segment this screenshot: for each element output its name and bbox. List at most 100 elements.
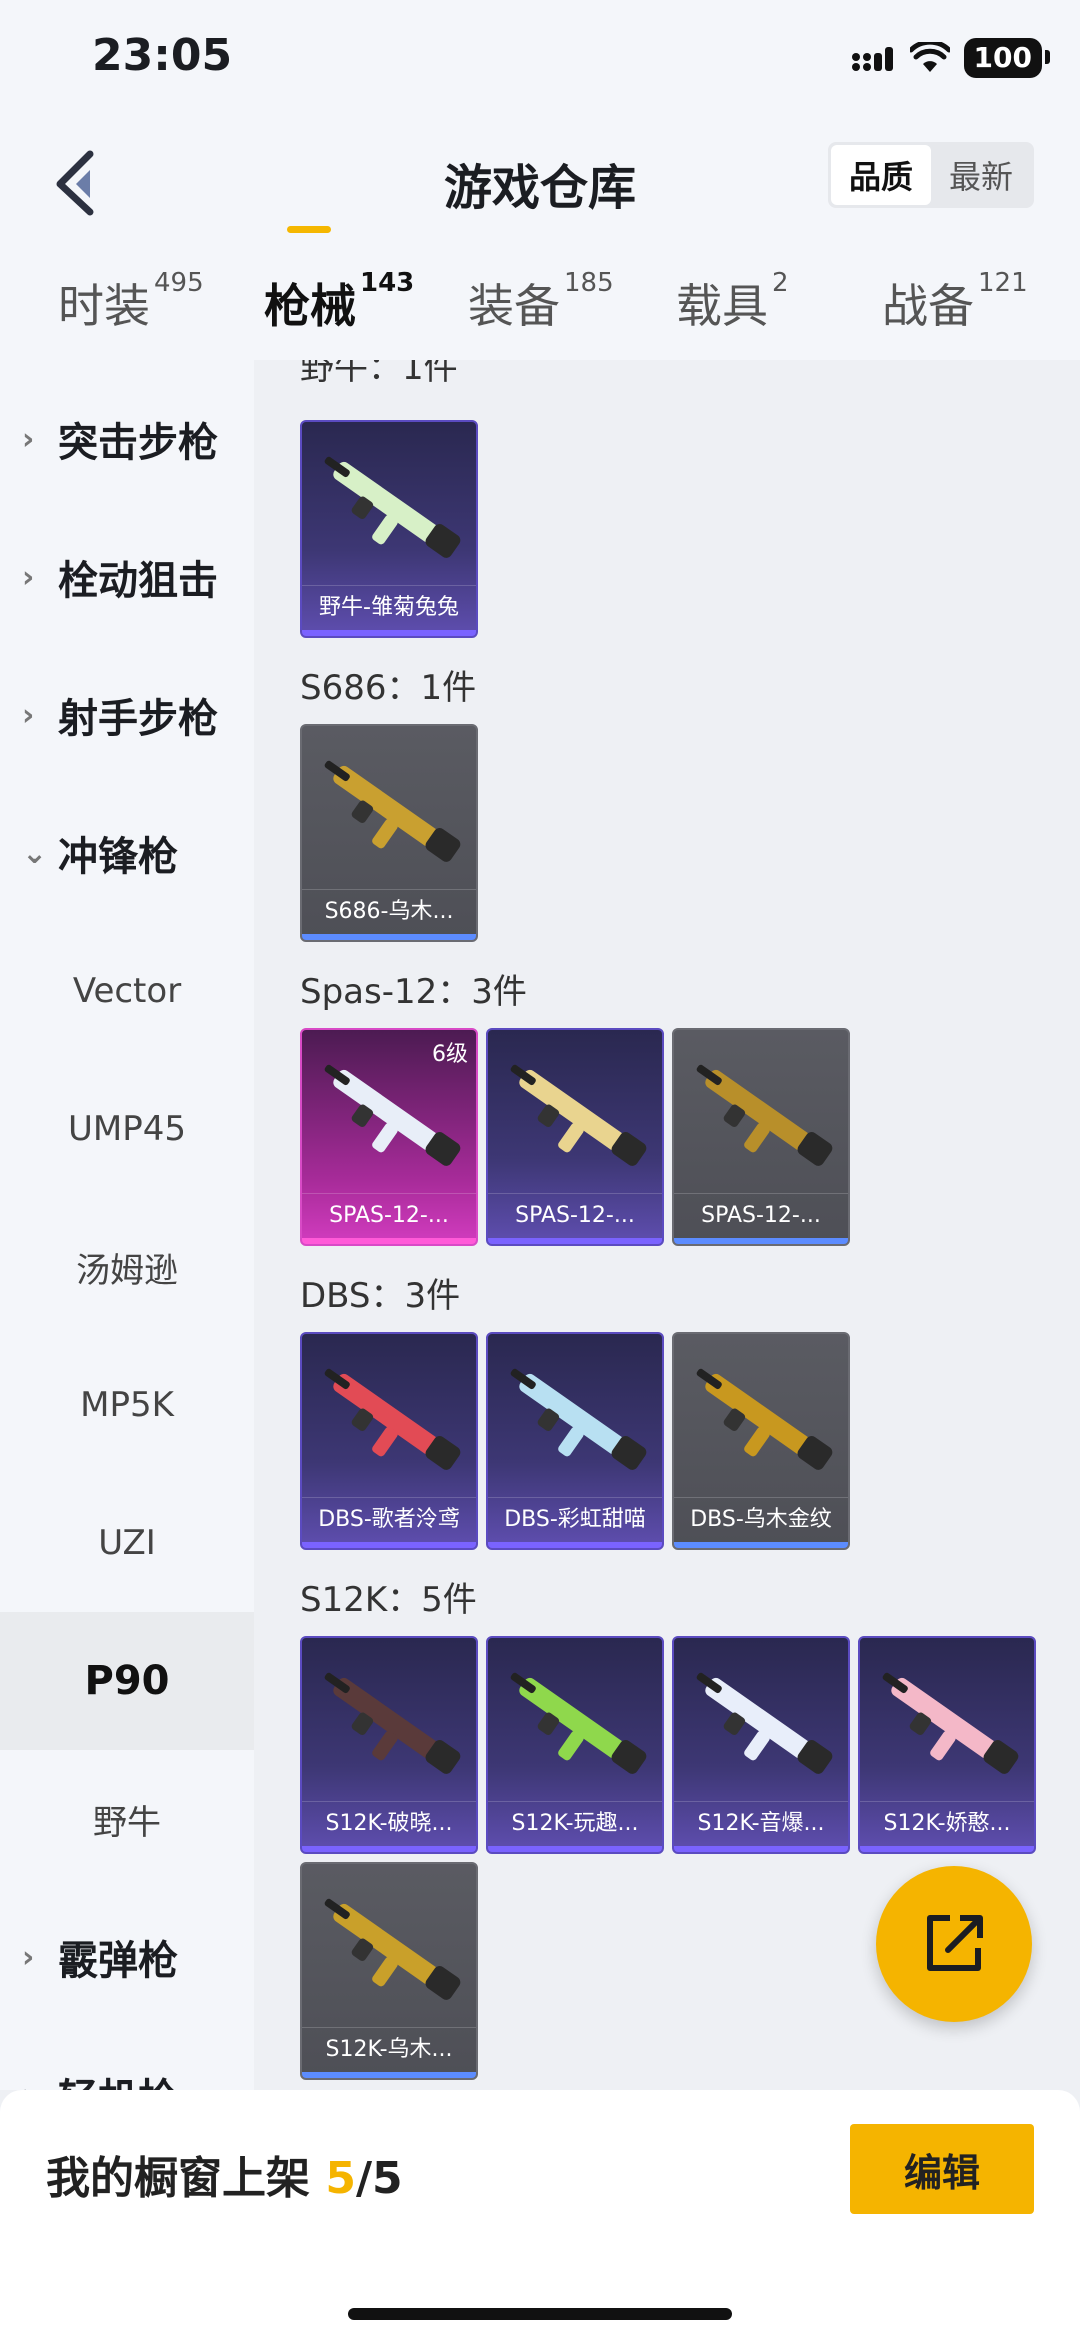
sidebar-item-bolt-sniper[interactable]: › 栓动狙击 — [0, 508, 254, 646]
rarity-bar — [488, 1846, 662, 1852]
item-card[interactable]: S12K-破晓... — [300, 1636, 478, 1854]
sidebar-item-label: UMP45 — [68, 1109, 186, 1149]
sidebar-item-shotgun[interactable]: › 霰弹枪 — [0, 1888, 254, 2026]
tab-label: 装备 — [468, 279, 560, 333]
home-indicator — [348, 2308, 732, 2320]
tab-label: 战备 — [882, 279, 974, 333]
sidebar-item-mp5k[interactable]: MP5K — [0, 1336, 254, 1474]
sort-newest-button[interactable]: 最新 — [931, 145, 1031, 205]
active-tab-indicator — [287, 226, 331, 233]
sort-quality-button[interactable]: 品质 — [831, 145, 931, 205]
chevron-right-icon: › — [22, 1939, 35, 1975]
item-name: SPAS-12-... — [302, 1193, 476, 1238]
sidebar-item-vector[interactable]: Vector — [0, 922, 254, 1060]
gun-skin-icon — [324, 1898, 461, 2000]
item-name: S12K-音爆... — [674, 1801, 848, 1846]
sidebar-item-marksman-rifle[interactable]: › 射手步枪 — [0, 646, 254, 784]
item-name: DBS-乌木金纹 — [674, 1497, 848, 1542]
edit-button[interactable]: 编辑 — [850, 2124, 1034, 2214]
share-button[interactable] — [876, 1866, 1032, 2022]
tab-equipment[interactable]: 装备 185 — [468, 268, 614, 336]
item-card[interactable]: DBS-歌者泠鸢 — [300, 1332, 478, 1550]
tab-guns[interactable]: 枪械 143 — [264, 268, 414, 336]
sidebar-item-label: 轻机枪 — [58, 2066, 178, 2090]
chevron-right-icon: › — [22, 2078, 46, 2091]
rarity-bar — [674, 1846, 848, 1852]
sort-toggle: 品质 最新 — [828, 142, 1034, 208]
sidebar-item-label: 冲锋枪 — [58, 834, 178, 880]
tab-label: 枪械 — [264, 279, 356, 333]
chevron-right-icon: › — [22, 697, 35, 733]
tab-count: 2 — [772, 268, 789, 298]
gun-skin-icon — [324, 456, 461, 558]
chevron-right-icon: › — [22, 421, 35, 457]
sidebar-item-p90[interactable]: P90 — [0, 1612, 254, 1750]
gun-skin-icon — [324, 1672, 461, 1774]
item-name: S686-乌木... — [302, 889, 476, 934]
gun-skin-icon — [510, 1064, 647, 1166]
sidebar-item-lmg[interactable]: › 轻机枪 — [0, 2026, 254, 2090]
rarity-bar — [302, 2072, 476, 2078]
group-title: 野牛：1件 — [300, 360, 458, 388]
showcase-total: /5 — [355, 2153, 403, 2204]
sidebar-item-label: 射手步枪 — [58, 696, 218, 742]
sidebar-item-assault-rifle[interactable]: › 突击步枪 — [0, 370, 254, 508]
sidebar-item-bizon[interactable]: 野牛 — [0, 1750, 254, 1888]
item-card[interactable]: 6级 SPAS-12-... — [300, 1028, 478, 1246]
external-link-icon — [927, 1915, 983, 1971]
item-card[interactable]: S12K-娇憨... — [858, 1636, 1036, 1854]
sidebar-item-thompson[interactable]: 汤姆逊 — [0, 1198, 254, 1336]
item-card[interactable]: DBS-乌木金纹 — [672, 1332, 850, 1550]
gun-skin-icon — [324, 760, 461, 862]
item-name: SPAS-12-... — [674, 1193, 848, 1238]
tab-vehicles[interactable]: 载具 2 — [676, 268, 789, 336]
item-name: SPAS-12-... — [488, 1193, 662, 1238]
showcase-count: 5 — [325, 2153, 356, 2204]
sidebar-item-label: UZI — [98, 1523, 156, 1563]
tab-count: 121 — [978, 268, 1028, 298]
sidebar-item-ump45[interactable]: UMP45 — [0, 1060, 254, 1198]
gun-skin-icon — [696, 1672, 833, 1774]
item-card[interactable]: S12K-音爆... — [672, 1636, 850, 1854]
rarity-bar — [302, 1238, 476, 1244]
item-card[interactable]: S686-乌木... — [300, 724, 478, 942]
status-time: 23:05 — [92, 30, 233, 81]
rarity-bar — [302, 1846, 476, 1852]
sidebar-item-uzi[interactable]: UZI — [0, 1474, 254, 1612]
rarity-bar — [860, 1846, 1034, 1852]
item-card[interactable]: DBS-彩虹甜喵 — [486, 1332, 664, 1550]
bottom-bar: 我的橱窗上架 5/5 编辑 — [0, 2090, 1080, 2339]
item-name: S12K-乌木... — [302, 2027, 476, 2072]
rarity-bar — [488, 1542, 662, 1548]
item-card[interactable]: SPAS-12-... — [486, 1028, 664, 1246]
item-card[interactable]: 野牛-雏菊兔兔 — [300, 420, 478, 638]
item-name: 野牛-雏菊兔兔 — [302, 585, 476, 630]
sidebar-item-label: 霰弹枪 — [58, 1938, 178, 1984]
tab-count: 495 — [154, 268, 204, 298]
gun-skin-icon — [696, 1064, 833, 1166]
item-grid: 野牛：1件 野牛-雏菊兔兔 S686：1件 S686-乌木... Spas-12：3件 6… — [254, 360, 1080, 2090]
item-card[interactable]: SPAS-12-... — [672, 1028, 850, 1246]
gun-skin-icon — [324, 1368, 461, 1470]
tab-fashion[interactable]: 时装 495 — [58, 268, 204, 336]
chevron-down-icon: ⌄ — [22, 835, 48, 871]
group-title: Spas-12：3件 — [300, 972, 527, 1012]
tab-label: 时装 — [58, 279, 150, 333]
status-icons: 100 — [850, 38, 1051, 78]
showcase-status: 我的橱窗上架 5/5 — [46, 2142, 403, 2206]
tab-supplies[interactable]: 战备 121 — [882, 268, 1028, 336]
rarity-bar — [302, 630, 476, 636]
item-name: DBS-歌者泠鸢 — [302, 1497, 476, 1542]
group-title: DBS：3件 — [300, 1276, 461, 1316]
sidebar-item-label: 栓动狙击 — [58, 558, 218, 604]
category-tabs: 时装 495 枪械 143 装备 185 载具 2 战备 121 — [0, 268, 1080, 360]
item-card[interactable]: S12K-玩趣... — [486, 1636, 664, 1854]
sidebar-item-label: 汤姆逊 — [76, 1250, 178, 1291]
rarity-bar — [488, 1238, 662, 1244]
gun-skin-icon — [696, 1368, 833, 1470]
showcase-label: 我的橱窗上架 — [46, 2153, 310, 2204]
sidebar-item-label: P90 — [84, 1658, 170, 1704]
item-card[interactable]: S12K-乌木... — [300, 1862, 478, 2080]
sidebar-item-smg[interactable]: ⌄ 冲锋枪 — [0, 784, 254, 922]
rarity-bar — [302, 934, 476, 940]
